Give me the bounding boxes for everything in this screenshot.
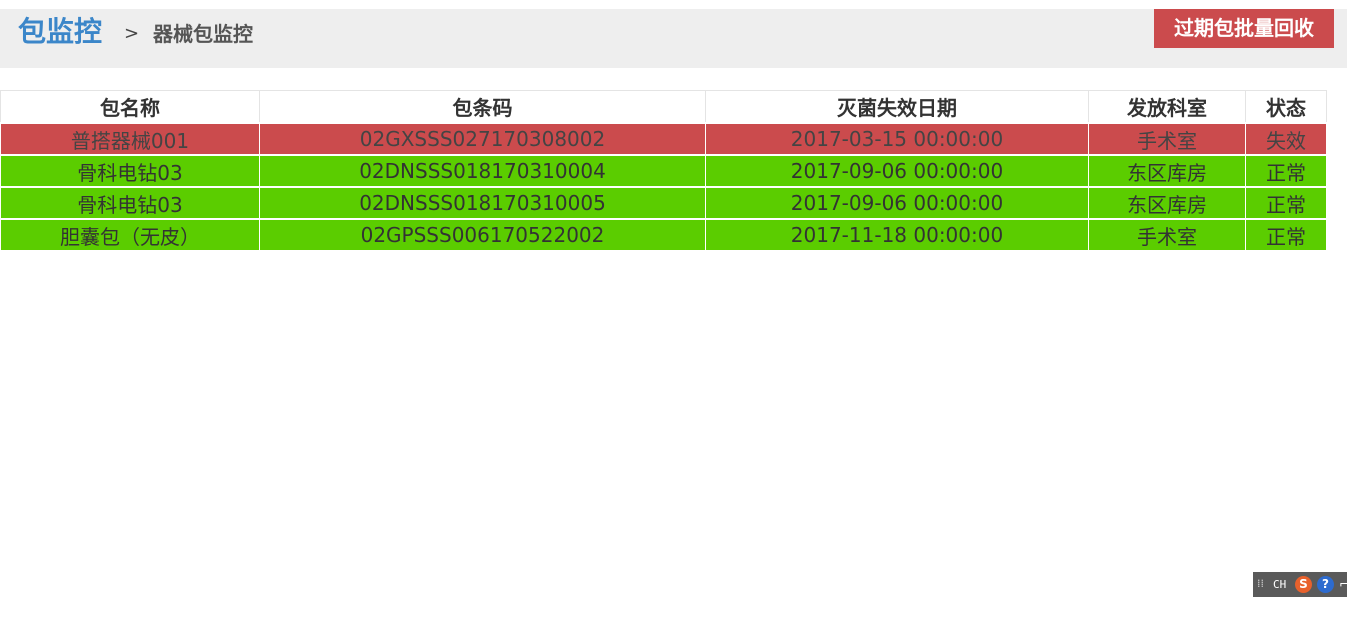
help-icon[interactable]: ? xyxy=(1317,576,1334,593)
table-row[interactable]: 胆囊包（无皮） 02GPSSS006170522002 2017-11-18 0… xyxy=(0,218,1327,251)
cell-status: 正常 xyxy=(1245,154,1327,188)
column-header-barcode: 包条码 xyxy=(259,90,706,124)
cell-package-name: 骨科电钻03 xyxy=(0,186,260,220)
table-row[interactable]: 骨科电钻03 02DNSSS018170310004 2017-09-06 00… xyxy=(0,154,1327,188)
cell-status: 正常 xyxy=(1245,218,1327,251)
cell-expiry-date: 2017-11-18 00:00:00 xyxy=(705,218,1089,251)
cell-expiry-date: 2017-09-06 00:00:00 xyxy=(705,154,1089,188)
cell-package-name: 普搭器械001 xyxy=(0,122,260,156)
table-header-row: 包名称 包条码 灭菌失效日期 发放科室 状态 xyxy=(0,90,1327,124)
ime-language-indicator[interactable]: CH xyxy=(1273,578,1286,591)
package-table: 包名称 包条码 灭菌失效日期 发放科室 状态 普搭器械001 02GXSSS02… xyxy=(0,90,1327,251)
table-row[interactable]: 骨科电钻03 02DNSSS018170310005 2017-09-06 00… xyxy=(0,186,1327,220)
cell-barcode: 02GXSSS027170308002 xyxy=(259,122,706,156)
cell-department: 手术室 xyxy=(1088,122,1246,156)
column-header-package-name: 包名称 xyxy=(0,90,260,124)
batch-recycle-expired-button[interactable]: 过期包批量回收 xyxy=(1154,9,1334,48)
breadcrumb-current: 器械包监控 xyxy=(153,22,253,46)
drag-handle-icon[interactable]: ⁞⁞ xyxy=(1257,577,1264,591)
more-options-icon[interactable]: ⌐ xyxy=(1339,577,1347,591)
cell-department: 东区库房 xyxy=(1088,186,1246,220)
cell-department: 手术室 xyxy=(1088,218,1246,251)
cell-barcode: 02GPSSS006170522002 xyxy=(259,218,706,251)
page-header: 包监控 > 器械包监控 过期包批量回收 xyxy=(0,9,1347,68)
cell-barcode: 02DNSSS018170310004 xyxy=(259,154,706,188)
column-header-department: 发放科室 xyxy=(1088,90,1246,124)
cell-expiry-date: 2017-09-06 00:00:00 xyxy=(705,186,1089,220)
cell-barcode: 02DNSSS018170310005 xyxy=(259,186,706,220)
breadcrumb-separator: > xyxy=(124,23,140,44)
sogou-logo-icon[interactable]: S xyxy=(1295,576,1312,593)
column-header-expiry-date: 灭菌失效日期 xyxy=(705,90,1089,124)
table-row[interactable]: 普搭器械001 02GXSSS027170308002 2017-03-15 0… xyxy=(0,122,1327,156)
cell-expiry-date: 2017-03-15 00:00:00 xyxy=(705,122,1089,156)
column-header-status: 状态 xyxy=(1245,90,1327,124)
page-title: 包监控 xyxy=(18,15,103,48)
cell-status: 正常 xyxy=(1245,186,1327,220)
ime-toolbar[interactable]: ⁞⁞ CH S ? ⌐ xyxy=(1253,572,1347,597)
cell-status: 失效 xyxy=(1245,122,1327,156)
cell-department: 东区库房 xyxy=(1088,154,1246,188)
cell-package-name: 骨科电钻03 xyxy=(0,154,260,188)
cell-package-name: 胆囊包（无皮） xyxy=(0,218,260,251)
